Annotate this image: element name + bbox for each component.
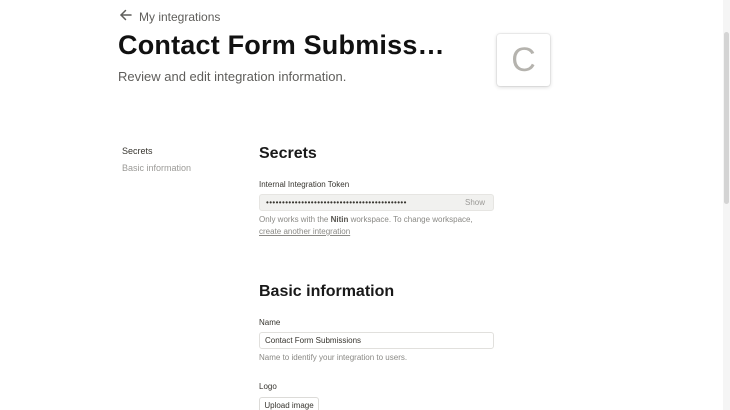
name-field[interactable] (259, 332, 494, 349)
secrets-section-title: Secrets (259, 145, 317, 162)
token-help-text: Only works with the Nitin workspace. To … (259, 214, 473, 238)
page-title: Contact Form Submiss… (118, 30, 445, 60)
upload-image-button[interactable]: Upload image (259, 397, 319, 410)
basic-info-section-title: Basic information (259, 283, 395, 300)
integration-token-field[interactable]: ••••••••••••••••••••••••••••••••••••••••… (259, 194, 494, 211)
token-label: Internal Integration Token (259, 180, 350, 189)
arrow-left-icon (119, 8, 133, 25)
token-help-suffix: workspace. To change workspace, (348, 215, 473, 224)
integration-page: My integrations Contact Form Submiss… Re… (0, 0, 730, 410)
back-to-integrations-link[interactable]: My integrations (119, 8, 220, 25)
token-masked-value: ••••••••••••••••••••••••••••••••••••••••… (266, 198, 407, 207)
name-help-text: Name to identify your integration to use… (259, 353, 408, 362)
section-nav: Secrets Basic information (122, 146, 191, 180)
scrollbar-thumb[interactable] (724, 32, 729, 204)
name-label: Name (259, 318, 281, 327)
create-integration-link[interactable]: create another integration (259, 227, 350, 236)
back-link-label: My integrations (139, 9, 221, 24)
workspace-name: Nitin (330, 215, 349, 224)
integration-logo-letter: C (511, 40, 536, 79)
integration-logo[interactable]: C (497, 34, 550, 86)
logo-label: Logo (259, 382, 277, 391)
nav-item-secrets[interactable]: Secrets (122, 146, 191, 163)
token-help-prefix: Only works with the (259, 215, 331, 224)
nav-item-basic-information[interactable]: Basic information (122, 163, 191, 180)
show-token-button[interactable]: Show (465, 198, 485, 207)
page-subtitle: Review and edit integration information. (118, 69, 347, 84)
